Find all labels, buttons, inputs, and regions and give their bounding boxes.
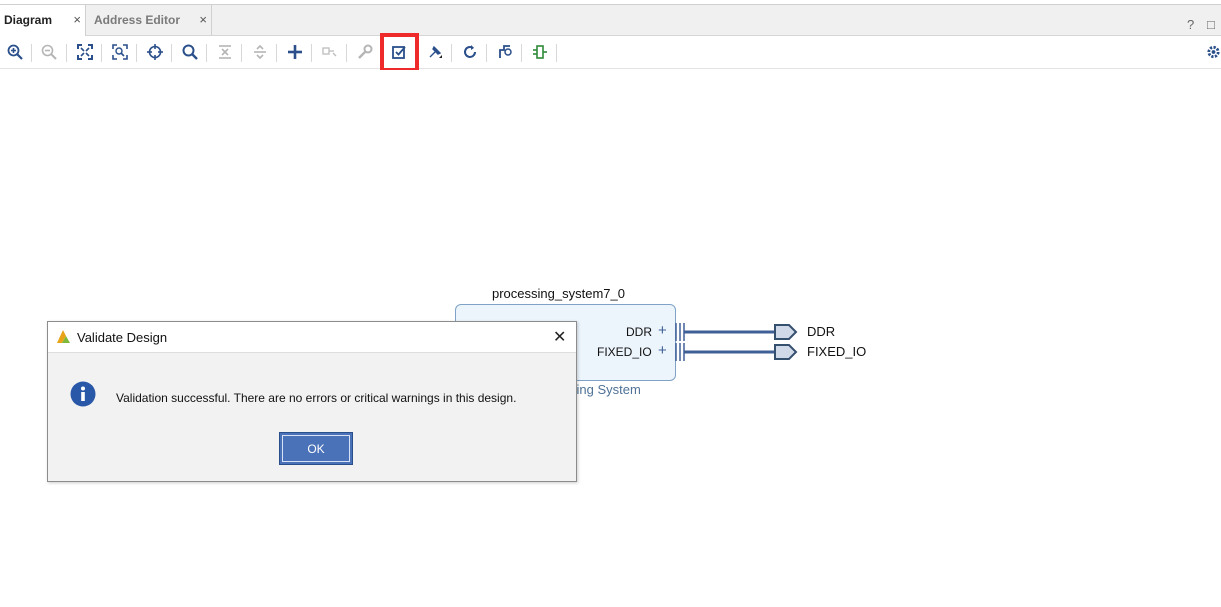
ok-button-label: OK bbox=[282, 435, 350, 462]
validate-design-dialog: Validate Design ✕ Validation successful.… bbox=[47, 321, 577, 482]
external-port-ddr-label: DDR bbox=[807, 324, 836, 339]
wires-layer bbox=[675, 323, 798, 361]
external-port-ddr-icon[interactable] bbox=[774, 324, 798, 340]
close-icon[interactable]: ✕ bbox=[553, 327, 566, 347]
ddr-wire[interactable] bbox=[675, 323, 775, 341]
external-port-fixed-io-label: FIXED_IO bbox=[807, 344, 867, 359]
info-icon bbox=[70, 381, 96, 407]
dialog-message: Validation successful. There are no erro… bbox=[116, 391, 517, 405]
vivado-logo-icon bbox=[57, 330, 70, 343]
fixed-io-wire[interactable] bbox=[675, 343, 775, 361]
vivado-block-design-window: Diagram × Address Editor × ? □ processin… bbox=[0, 0, 1221, 607]
dialog-title: Validate Design bbox=[77, 330, 168, 345]
external-port-fixed-io-icon[interactable] bbox=[774, 344, 798, 360]
dialog-titlebar[interactable]: Validate Design ✕ bbox=[48, 322, 576, 353]
ok-button[interactable]: OK bbox=[279, 432, 353, 465]
